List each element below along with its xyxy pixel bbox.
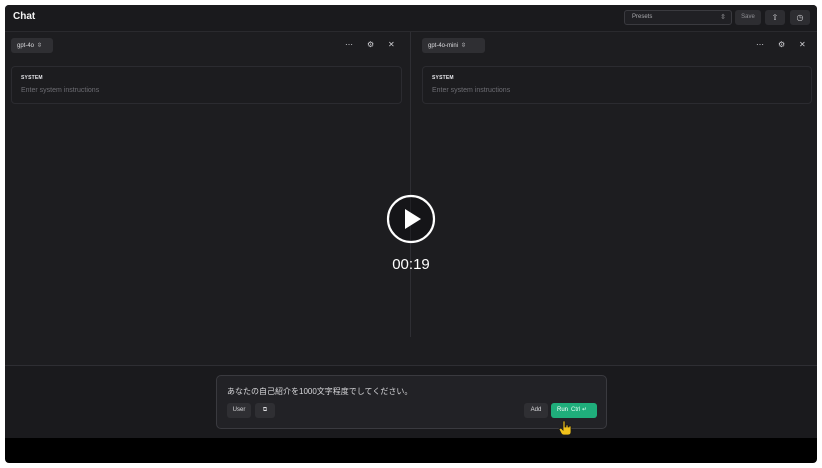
model-name: gpt-4o-mini xyxy=(428,43,459,49)
run-button[interactable]: Run Ctrl ↵ xyxy=(551,403,597,418)
composer-area: あなたの自己紹介を1000文字程度でしてください。 User ⧉ Add Run… xyxy=(5,365,817,438)
system-input[interactable]: Enter system instructions xyxy=(432,87,510,94)
model-select-left[interactable]: gpt-4o ⇳ xyxy=(11,38,53,53)
more-icon[interactable]: ⋯ xyxy=(756,41,764,49)
message-input[interactable]: あなたの自己紹介を1000文字程度でしてください。 xyxy=(227,386,412,397)
chevron-up-down-icon: ⇳ xyxy=(720,14,726,21)
run-shortcut: Ctrl ↵ xyxy=(571,407,588,413)
save-button[interactable]: Save xyxy=(735,10,761,25)
presets-select[interactable]: Presets ⇳ xyxy=(624,10,732,25)
page-title: Chat xyxy=(13,11,36,22)
system-box-left[interactable]: SYSTEM Enter system instructions xyxy=(11,66,402,104)
gear-icon[interactable]: ⚙ xyxy=(367,41,374,49)
close-icon[interactable]: ✕ xyxy=(388,41,395,49)
system-label: SYSTEM xyxy=(21,75,43,81)
model-select-right[interactable]: gpt-4o-mini ⇳ xyxy=(422,38,485,53)
history-icon[interactable]: ◷ xyxy=(790,10,810,25)
add-button[interactable]: Add xyxy=(524,403,548,418)
model-name: gpt-4o xyxy=(17,43,35,49)
video-time: 00:19 xyxy=(392,256,430,273)
top-bar: Chat Presets ⇳ Save ⇧ ◷ xyxy=(5,5,817,32)
chat-pane-left: gpt-4o ⇳ ⋯ ⚙ ✕ SYSTEM Enter system instru… xyxy=(5,32,411,337)
chevron-up-down-icon: ⇳ xyxy=(461,43,467,49)
close-icon[interactable]: ✕ xyxy=(799,41,806,49)
hand-cursor-icon xyxy=(558,420,572,436)
chat-pane-right: gpt-4o-mini ⇳ ⋯ ⚙ ✕ SYSTEM Enter system i… xyxy=(412,32,817,337)
more-icon[interactable]: ⋯ xyxy=(345,41,353,49)
system-input[interactable]: Enter system instructions xyxy=(21,87,99,94)
chevron-up-down-icon: ⇳ xyxy=(37,43,43,49)
upload-icon[interactable]: ⇧ xyxy=(765,10,785,25)
role-toggle-button[interactable]: User xyxy=(227,403,251,418)
system-box-right[interactable]: SYSTEM Enter system instructions xyxy=(422,66,812,104)
message-composer[interactable]: あなたの自己紹介を1000文字程度でしてください。 User ⧉ Add Run… xyxy=(216,375,607,429)
run-label: Run xyxy=(557,407,569,413)
system-label: SYSTEM xyxy=(432,75,454,81)
play-icon[interactable] xyxy=(386,194,436,244)
gear-icon[interactable]: ⚙ xyxy=(778,41,785,49)
presets-label: Presets xyxy=(632,14,653,20)
copy-icon[interactable]: ⧉ xyxy=(255,403,275,418)
